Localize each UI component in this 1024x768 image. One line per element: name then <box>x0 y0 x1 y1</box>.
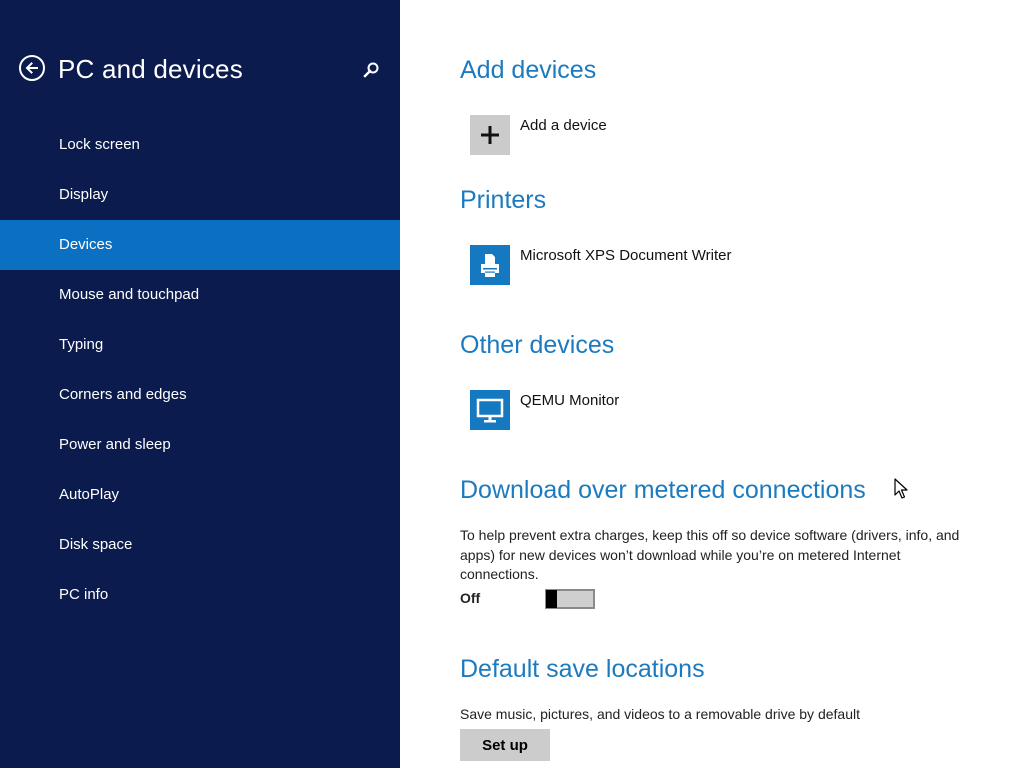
sidebar-item-label: Display <box>59 186 109 203</box>
metered-toggle[interactable] <box>545 589 595 609</box>
sidebar-item-label: Devices <box>59 236 113 253</box>
plus-icon <box>481 126 499 144</box>
metered-description: To help prevent extra charges, keep this… <box>460 527 960 582</box>
save-locations-description: Save music, pictures, and videos to a re… <box>460 706 860 722</box>
sidebar-item-disk-space[interactable]: Disk space <box>0 520 400 570</box>
sidebar-item-label: Lock screen <box>59 136 140 153</box>
sidebar-item-devices[interactable]: Devices <box>0 220 400 270</box>
sidebar-item-label: PC info <box>59 586 109 603</box>
device-label[interactable]: QEMU Monitor <box>520 392 619 409</box>
add-devices-heading: Add devices <box>460 56 597 84</box>
sidebar-item-pc-info[interactable]: PC info <box>0 570 400 620</box>
sidebar-item-label: Typing <box>59 336 104 353</box>
device-label[interactable]: Microsoft XPS Document Writer <box>520 247 731 264</box>
sidebar-item-mouse-and-touchpad[interactable]: Mouse and touchpad <box>0 270 400 320</box>
page-title: PC and devices <box>58 54 243 84</box>
printer-tile <box>470 245 510 285</box>
set-up-button[interactable]: Set up <box>460 729 550 761</box>
search-button[interactable] <box>362 61 380 79</box>
sidebar-item-label: AutoPlay <box>59 486 120 503</box>
save-locations-heading: Default save locations <box>460 655 705 683</box>
printer-icon <box>481 254 499 277</box>
add-device-label[interactable]: Add a device <box>520 117 607 134</box>
printers-heading: Printers <box>460 186 547 214</box>
sidebar-item-label: Power and sleep <box>59 436 171 453</box>
sidebar-nav: Lock screen Display Devices Mouse and to… <box>0 120 400 620</box>
back-button[interactable] <box>19 55 45 81</box>
sidebar: PC and devices Lock screen Display Devic… <box>0 0 400 768</box>
add-device-tile[interactable] <box>470 115 510 155</box>
sidebar-item-label: Corners and edges <box>59 386 187 403</box>
sidebar-item-label: Disk space <box>59 536 133 553</box>
sidebar-item-corners-and-edges[interactable]: Corners and edges <box>0 370 400 420</box>
sidebar-item-label: Mouse and touchpad <box>59 286 200 303</box>
search-icon <box>363 62 379 78</box>
monitor-tile <box>470 390 510 430</box>
toggle-thumb[interactable] <box>546 590 557 608</box>
sidebar-item-lock-screen[interactable]: Lock screen <box>0 120 400 170</box>
sidebar-item-power-and-sleep[interactable]: Power and sleep <box>0 420 400 470</box>
monitor-icon <box>476 398 504 423</box>
main-content: Add devices Add a device Printers Micros… <box>400 0 1024 768</box>
metered-toggle-state: Off <box>460 590 481 606</box>
sidebar-item-typing[interactable]: Typing <box>0 320 400 370</box>
back-arrow-circle-icon <box>25 62 38 74</box>
sidebar-item-autoplay[interactable]: AutoPlay <box>0 470 400 520</box>
other-devices-heading: Other devices <box>460 331 615 359</box>
sidebar-item-display[interactable]: Display <box>0 170 400 220</box>
metered-heading: Download over metered connections <box>460 476 866 504</box>
